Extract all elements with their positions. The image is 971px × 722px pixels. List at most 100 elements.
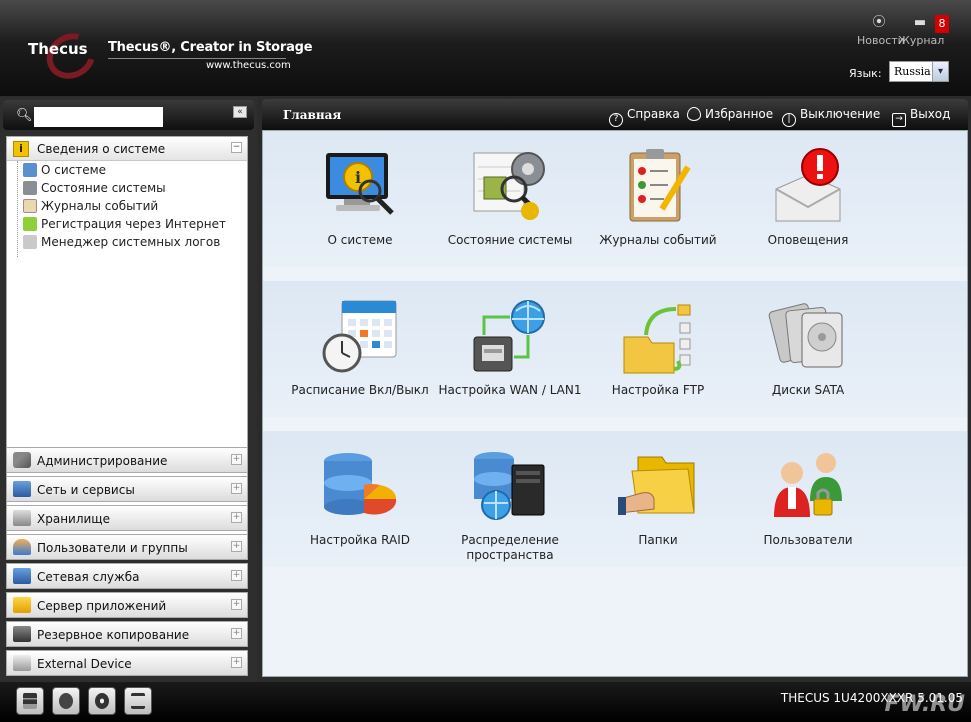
tile-raid[interactable]: Настройка RAID xyxy=(285,447,435,548)
tile-label: Настройка RAID xyxy=(310,533,410,547)
tile-network[interactable]: Настройка WAN / LAN1 xyxy=(435,297,585,398)
expand-icon[interactable]: + xyxy=(231,483,242,494)
search-input[interactable] xyxy=(34,107,163,127)
registration-icon xyxy=(23,217,37,231)
expand-icon[interactable]: + xyxy=(231,541,242,552)
section-header-system-info[interactable]: i Сведения о системе − xyxy=(7,137,247,161)
expand-icon[interactable]: + xyxy=(231,628,242,639)
sidebar-item-administration[interactable]: Администрирование + xyxy=(6,447,248,473)
raid-icon xyxy=(320,447,400,527)
power-icon: | xyxy=(782,113,796,127)
tile-space-allocation[interactable]: Распределение пространства xyxy=(435,447,585,563)
sidebar-item-label: Сетевая служба xyxy=(37,570,140,584)
sidebar-item-label: Сервер приложений xyxy=(37,599,167,613)
sidebar-item-registration[interactable]: Регистрация через Интернет xyxy=(7,215,247,233)
fan-icon[interactable] xyxy=(88,687,116,715)
expand-icon[interactable]: + xyxy=(231,657,242,668)
header: Thecus Thecus®, Creator in Storage www.t… xyxy=(0,0,971,96)
logout-icon: → xyxy=(892,113,906,127)
tile-system-info[interactable]: i О системе xyxy=(285,147,435,248)
website-link[interactable]: www.thecus.com xyxy=(206,60,291,71)
sidebar-item-network-service[interactable]: Сетевая служба + xyxy=(6,563,248,589)
server-icon[interactable] xyxy=(16,687,44,715)
event-log-icon xyxy=(618,147,698,227)
tile-label: Журналы событий xyxy=(599,233,717,247)
tile-label: Пользователи xyxy=(763,533,853,547)
schedule-icon xyxy=(320,297,400,377)
users-icon xyxy=(13,539,31,555)
tile-label: Диски SATA xyxy=(771,383,845,397)
users-icon xyxy=(768,447,848,527)
sidebar-item-label: Журналы событий xyxy=(41,199,159,213)
network-tree-icon[interactable] xyxy=(124,687,152,715)
log-icon xyxy=(23,199,37,213)
tile-folders[interactable]: Папки xyxy=(583,447,733,548)
shutdown-label: Выключение xyxy=(800,107,881,121)
tagline: Thecus®, Creator in Storage xyxy=(108,40,313,55)
tile-sata-disks[interactable]: Диски SATA xyxy=(733,297,883,398)
tile-event-log[interactable]: Журналы событий xyxy=(583,147,733,248)
sidebar-item-label: Сеть и сервисы xyxy=(37,483,135,497)
tile-notifications[interactable]: Оповещения xyxy=(733,147,883,248)
sidebar-item-backup[interactable]: Резервное копирование + xyxy=(6,621,248,647)
sidebar-item-about[interactable]: О системе xyxy=(7,161,247,179)
external-device-icon xyxy=(13,655,31,671)
expand-icon[interactable]: + xyxy=(231,454,242,465)
ftp-icon xyxy=(618,297,698,377)
chevron-down-icon[interactable]: ▾ xyxy=(932,62,948,81)
sidebar-item-external-device[interactable]: External Device + xyxy=(6,650,248,676)
tile-label: О системе xyxy=(327,233,393,247)
sidebar-item-storage[interactable]: Хранилище + xyxy=(6,505,248,531)
collapse-sidebar-button[interactable]: « xyxy=(233,106,247,118)
logout-button[interactable]: → Выход xyxy=(892,107,950,127)
expand-icon[interactable]: + xyxy=(231,512,242,523)
sidebar-item-label: О системе xyxy=(41,163,107,177)
disk-icon[interactable] xyxy=(52,687,80,715)
news-button[interactable]: ⦿ Новости xyxy=(857,16,905,48)
section-label: Сведения о системе xyxy=(37,142,166,156)
system-status-icon xyxy=(470,147,550,227)
expand-icon[interactable]: + xyxy=(231,570,242,581)
tools-icon xyxy=(13,452,31,468)
tile-label: Состояние системы xyxy=(447,233,573,247)
heart-icon xyxy=(687,107,701,121)
tile-ftp[interactable]: Настройка FTP xyxy=(583,297,733,398)
language-select[interactable]: Russia ▾ xyxy=(889,61,949,82)
backup-icon xyxy=(13,626,31,642)
sidebar-item-status[interactable]: Состояние системы xyxy=(7,179,247,197)
tile-label: Расписание Вкл/Выкл xyxy=(291,383,429,397)
language-value: Russia xyxy=(894,65,931,78)
shutdown-button[interactable]: | Выключение xyxy=(782,107,880,127)
thecus-logo: Thecus xyxy=(24,24,104,88)
watermark: FW.RU xyxy=(884,692,965,717)
tile-schedule[interactable]: Расписание Вкл/Выкл xyxy=(285,297,435,398)
sidebar-item-users-groups[interactable]: Пользователи и группы + xyxy=(6,534,248,560)
notification-badge[interactable]: 8 xyxy=(935,15,949,33)
syslog-icon xyxy=(23,235,37,249)
chat-bubble-icon: ▬ xyxy=(913,15,927,30)
sidebar-item-network[interactable]: Сеть и сервисы + xyxy=(6,476,248,502)
help-label: Справка xyxy=(627,107,680,121)
sidebar-item-label: Хранилище xyxy=(37,512,110,526)
sidebar-item-label: Резервное копирование xyxy=(37,628,190,642)
notifications-icon xyxy=(768,147,848,227)
favorites-label: Избранное xyxy=(705,107,774,121)
tile-users[interactable]: Пользователи xyxy=(733,447,883,548)
sidebar-item-label: External Device xyxy=(37,657,132,671)
help-button[interactable]: ? Справка xyxy=(609,107,680,127)
storage-icon xyxy=(13,510,31,526)
sidebar-item-syslog-manager[interactable]: Менеджер системных логов xyxy=(7,233,247,251)
sidebar-item-event-log[interactable]: Журналы событий xyxy=(7,197,247,215)
favorites-button[interactable]: Избранное xyxy=(687,107,773,121)
tile-system-status[interactable]: Состояние системы xyxy=(435,147,585,248)
tile-label: Папки xyxy=(638,533,678,547)
network-service-icon xyxy=(13,568,31,584)
collapse-icon[interactable]: − xyxy=(231,142,242,153)
sidebar-item-label: Регистрация через Интернет xyxy=(41,217,226,231)
expand-icon[interactable]: + xyxy=(231,599,242,610)
network-icon xyxy=(470,297,550,377)
tile-label: Оповещения xyxy=(767,233,849,247)
sidebar-item-app-server[interactable]: Сервер приложений + xyxy=(6,592,248,618)
status-icon xyxy=(23,181,37,195)
page-title: Главная xyxy=(283,108,342,122)
